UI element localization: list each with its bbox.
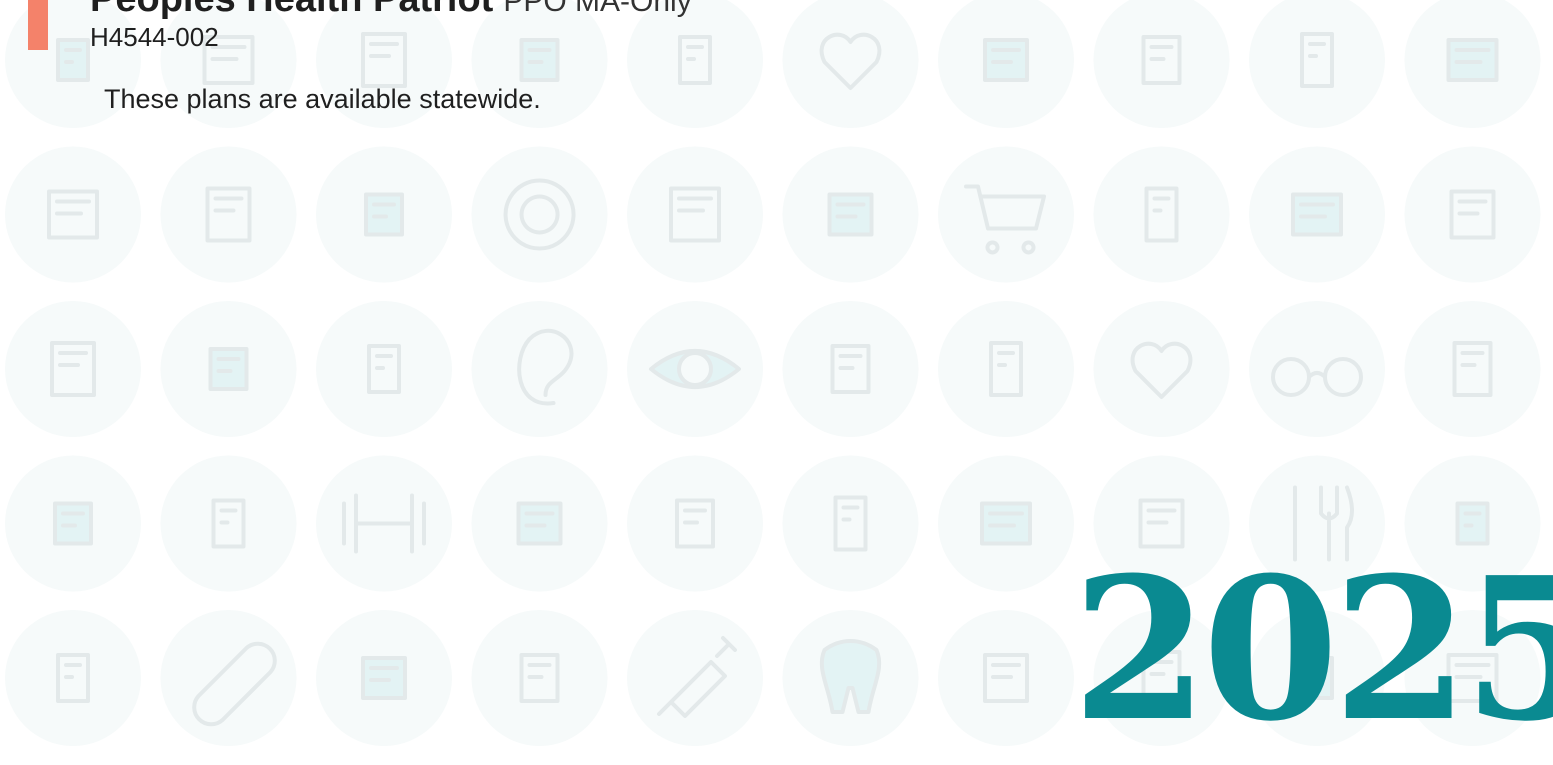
bathtub-icon (160, 455, 297, 592)
eyeglasses-icon (1249, 301, 1385, 437)
crutches-icon (160, 146, 297, 283)
fruit-vegetable-icon (938, 610, 1074, 746)
shopping-cart-icon (938, 146, 1074, 283)
tooth-icon (782, 610, 919, 746)
plan-name: Peoples Health Patriot (90, 0, 493, 20)
charity-hand-icon (627, 146, 763, 283)
accent-bar (28, 0, 48, 50)
plan-id: H4544-002 (90, 22, 219, 52)
wheelchair-icon (316, 146, 452, 283)
pedometer-icon (1249, 0, 1385, 128)
rx-bottle-icon (316, 610, 452, 746)
plan-type: PPO MA-Only (503, 0, 692, 18)
bandage-icon (5, 301, 141, 437)
hospital-bed-icon (160, 301, 297, 437)
ointment-tube-icon (5, 146, 141, 283)
supplement-jar-icon (1404, 301, 1541, 437)
cursor-icon (1093, 0, 1230, 128)
hand-heart-icon (1249, 146, 1385, 283)
ramp-icon (1404, 0, 1541, 128)
zero-dollar-bill-icon (627, 455, 763, 592)
heart-outline-icon (1093, 301, 1230, 437)
eye-chart-icon (782, 301, 919, 437)
heart-icon (782, 0, 919, 128)
hearing-aid-icon (938, 301, 1074, 437)
first-aid-kit-icon (938, 455, 1074, 592)
passport-icon (1404, 146, 1541, 283)
hand-grip-icon (5, 455, 141, 592)
dentures-icon (316, 301, 452, 437)
ear-icon (471, 301, 608, 437)
stethoscope-icon (471, 610, 608, 746)
year-label: 2025 (1072, 535, 1553, 765)
syringe-icon (627, 610, 763, 746)
handshake-icon (938, 0, 1074, 128)
target-icon (471, 146, 608, 283)
microscope-icon (5, 610, 141, 746)
dumbbell-icon (316, 455, 452, 592)
plan-title: Peoples Health Patriot PPO MA-Only (90, 0, 692, 21)
eye-icon (627, 301, 763, 437)
piggy-bank-icon (471, 455, 608, 592)
pill-capsule-icon (160, 610, 297, 746)
water-cycle-icon (1093, 146, 1230, 283)
member-card-icon (782, 455, 919, 592)
passport-icon (782, 146, 919, 283)
availability-text: These plans are available statewide. (104, 84, 541, 114)
